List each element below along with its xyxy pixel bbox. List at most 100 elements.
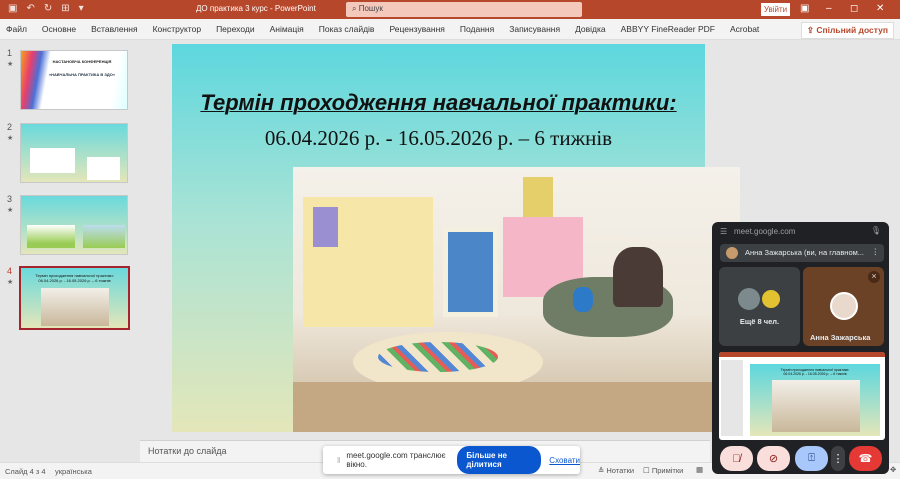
- camera-off-button[interactable]: ⊘: [757, 446, 790, 471]
- preview-slide: Термін проходження навчальної практики: …: [750, 364, 880, 436]
- slide-thumbnail-3[interactable]: [20, 195, 128, 255]
- save-icon[interactable]: ▣: [8, 3, 17, 14]
- thumb-4-date: 06.04.2026 р. - 16.05.2026 р. – 6 тижнів: [38, 278, 111, 283]
- notes-toggle[interactable]: ≙ Нотатки: [598, 466, 634, 475]
- tab-file[interactable]: Файл: [6, 24, 27, 34]
- tab-acrobat[interactable]: Acrobat: [730, 24, 759, 34]
- thumb-2-image-1: [30, 148, 75, 173]
- teacher-figure: [613, 247, 663, 307]
- mic-off-icon: 🎙̸: [732, 452, 741, 465]
- slide-title[interactable]: Термін проходження навчальної практики:: [172, 90, 705, 116]
- language-indicator[interactable]: українська: [55, 467, 92, 476]
- animation-star-icon: ★: [7, 207, 14, 214]
- end-call-button[interactable]: ☎: [849, 446, 882, 471]
- undo-icon[interactable]: ↶: [26, 3, 34, 14]
- settings-sliders-icon[interactable]: ☰: [720, 227, 727, 236]
- title-bar: ▣ ↶ ↻ ⊞ ▾ ДО практика 3 курс - PowerPoin…: [0, 0, 900, 19]
- redo-icon[interactable]: ↻: [44, 3, 52, 14]
- microphone-icon: 🎙: [870, 226, 881, 235]
- slide-thumbnail-1[interactable]: НАСТАНОВЧА КОНФЕРЕНЦІЯ «НАВЧАЛЬНА ПРАКТИ…: [20, 50, 128, 110]
- self-participant-name: Анна Зажарська (ви, на главном...: [745, 248, 865, 257]
- shared-screen-preview[interactable]: Термін проходження навчальної практики: …: [719, 352, 885, 440]
- minimize-button[interactable]: –: [826, 3, 832, 14]
- thumb-4-image: [41, 288, 109, 326]
- thumb-1-line2: «НАВЧАЛЬНА ПРАКТИКА В ЗДО»: [48, 72, 116, 77]
- tab-review[interactable]: Рецензування: [389, 24, 444, 34]
- more-options-button[interactable]: ⋮: [831, 446, 845, 471]
- thumb-number: 3: [7, 194, 13, 204]
- stop-sharing-button[interactable]: Більше не ділитися: [457, 446, 542, 474]
- muted-mic-icon: ⨯: [868, 271, 880, 283]
- preview-photo: [772, 380, 860, 432]
- share-button[interactable]: ⇪ Спільний доступ: [800, 22, 894, 39]
- camera-off-icon: ⊘: [768, 453, 779, 465]
- screen-share-notification: ‖ meet.google.com транслює вікно. Більше…: [323, 446, 580, 474]
- tab-record[interactable]: Записування: [509, 24, 560, 34]
- tab-abbyy[interactable]: ABBYY FineReader PDF: [621, 24, 715, 34]
- thumb-1-line1: НАСТАНОВЧА КОНФЕРЕНЦІЯ: [52, 59, 112, 64]
- thumb-number: 4: [7, 266, 13, 276]
- slide-thumbnail-4[interactable]: Термін проходження навчальної практики: …: [19, 266, 130, 330]
- window-title: ДО практика 3 курс - PowerPoint: [196, 4, 316, 13]
- normal-view-icon[interactable]: ▦: [696, 465, 703, 474]
- hang-up-icon: ☎: [858, 453, 873, 465]
- tab-help[interactable]: Довідка: [575, 24, 606, 34]
- thumb-2-image-2: [87, 157, 120, 180]
- self-participant-bar[interactable]: Анна Зажарська (ви, на главном... ⋮: [720, 244, 884, 262]
- restore-button[interactable]: ◻: [850, 3, 858, 14]
- hide-notification-link[interactable]: Сховати: [549, 456, 580, 465]
- tab-slideshow[interactable]: Показ слайдів: [319, 24, 375, 34]
- animation-star-icon: ★: [7, 279, 14, 286]
- login-button[interactable]: Увійти: [761, 3, 790, 16]
- fit-slide-icon[interactable]: ✥: [890, 465, 896, 474]
- tab-view[interactable]: Подання: [460, 24, 494, 34]
- search-box[interactable]: ⌕ Пошук: [346, 2, 582, 17]
- slide-thumbnails-panel[interactable]: 1 ★ НАСТАНОВЧА КОНФЕРЕНЦІЯ «НАВЧАЛЬНА ПР…: [0, 40, 140, 462]
- present-icon[interactable]: ⊞: [61, 3, 69, 14]
- present-icon: ⍐: [808, 452, 815, 464]
- slide-counter: Слайд 4 з 4: [5, 467, 46, 476]
- animation-star-icon: ★: [7, 61, 14, 68]
- speaker-tile[interactable]: ⨯ Анна Зажарська: [803, 267, 884, 346]
- notes-toggle-label: Нотатки: [606, 466, 635, 475]
- drag-handle-icon[interactable]: ‖: [337, 456, 340, 465]
- tab-home[interactable]: Основне: [42, 24, 76, 34]
- tab-animations[interactable]: Анімація: [270, 24, 304, 34]
- blue-shelf: [443, 227, 498, 317]
- tab-transitions[interactable]: Переходи: [216, 24, 255, 34]
- meet-pip-window[interactable]: ☰ meet.google.com 🎙 Анна Зажарська (ви, …: [712, 222, 889, 474]
- preview-slide-dates: 06.04.2026 р. - 16.05.2026 р. – 6 тижнів: [783, 372, 847, 376]
- close-button[interactable]: ✕: [876, 3, 884, 14]
- thumb-number: 1: [7, 48, 13, 58]
- participant-avatar: [738, 288, 760, 310]
- animation-star-icon: ★: [7, 135, 14, 142]
- kindergarten-photo[interactable]: [293, 167, 740, 432]
- meet-url: meet.google.com: [734, 227, 796, 236]
- customize-chevron-icon[interactable]: ▾: [79, 3, 84, 14]
- speaker-name: Анна Зажарська: [810, 333, 871, 342]
- ribbon-display-icon[interactable]: ▣: [800, 3, 809, 14]
- speaker-avatar: [830, 292, 858, 320]
- others-count: Ещё 8 чел.: [739, 317, 780, 326]
- quick-access-toolbar: ▣ ↶ ↻ ⊞ ▾: [8, 3, 84, 14]
- tab-design[interactable]: Конструктор: [153, 24, 201, 34]
- thumb-3-image-2: [83, 225, 125, 248]
- more-vert-icon: ⋮: [832, 453, 844, 465]
- present-screen-button[interactable]: ⍐: [795, 446, 828, 471]
- share-label: Спільний доступ: [816, 25, 888, 35]
- child-figure: [573, 287, 593, 312]
- thumb-3-image-1: [27, 225, 75, 248]
- comments-toggle-label: Примітки: [651, 466, 684, 475]
- floor: [293, 382, 740, 432]
- toy-pieces: [378, 342, 498, 372]
- comments-toggle[interactable]: ☐ Примітки: [643, 466, 683, 475]
- tab-insert[interactable]: Вставлення: [91, 24, 137, 34]
- others-tile[interactable]: Ещё 8 чел.: [719, 267, 800, 346]
- mute-button[interactable]: 🎙̸: [720, 446, 753, 471]
- more-options-icon[interactable]: ⋮: [872, 247, 880, 256]
- slide-dates[interactable]: 06.04.2026 р. - 16.05.2026 р. – 6 тижнів: [172, 126, 705, 151]
- share-notification-text: meet.google.com транслює вікно.: [346, 451, 446, 469]
- self-avatar: [726, 247, 738, 259]
- current-slide[interactable]: Термін проходження навчальної практики: …: [172, 44, 740, 432]
- slide-thumbnail-2[interactable]: [20, 123, 128, 183]
